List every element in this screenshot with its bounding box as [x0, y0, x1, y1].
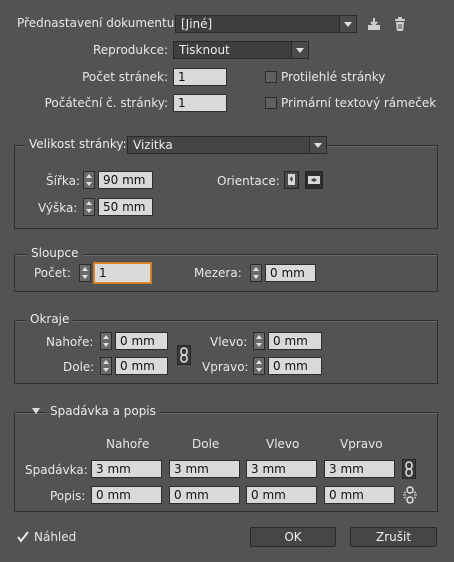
margin-top-input[interactable]: 0 mm [115, 332, 168, 350]
gutter-stepper[interactable] [250, 264, 262, 282]
width-label: Šířka: [46, 174, 81, 188]
columns-title: Sloupce [27, 246, 83, 260]
header-bottom: Dole [192, 437, 220, 451]
height-stepper[interactable] [83, 198, 95, 216]
height-input[interactable]: 50 mm [98, 198, 153, 216]
intent-dropdown[interactable]: Tisknout [173, 41, 309, 59]
portrait-icon[interactable] [284, 171, 299, 189]
slug-top-input[interactable]: 0 mm [91, 486, 162, 504]
slug-left-input[interactable]: 0 mm [246, 486, 317, 504]
ok-button[interactable]: OK [250, 527, 336, 547]
checkmark-icon [17, 531, 29, 543]
gutter-input[interactable]: 0 mm [265, 264, 316, 282]
margin-left-stepper[interactable] [253, 332, 265, 350]
margin-top-label: Nahoře: [46, 335, 94, 349]
intent-value: Tisknout [179, 43, 230, 57]
slug-label: Popis: [50, 489, 86, 503]
bleed-left-input[interactable]: 3 mm [246, 460, 317, 478]
chevron-down-icon [291, 42, 308, 58]
header-right: Vpravo [340, 437, 383, 451]
preset-dropdown[interactable]: [Jiné] [175, 15, 357, 33]
orientation-label: Orientace: [217, 174, 280, 188]
column-count-label: Počet: [34, 266, 71, 280]
pages-label: Počet stránek: [82, 70, 168, 84]
landscape-icon[interactable] [305, 171, 323, 189]
chevron-down-icon [309, 137, 326, 153]
margin-bottom-stepper[interactable] [100, 357, 112, 375]
chain-broken-icon[interactable] [402, 486, 418, 504]
save-preset-icon[interactable] [366, 16, 382, 32]
start-page-input[interactable]: 1 [173, 94, 227, 112]
chain-link-icon[interactable] [402, 459, 416, 479]
triangle-down-icon[interactable] [32, 408, 40, 414]
bleed-slug-title: Spadávka a popis [46, 404, 160, 418]
facing-pages-label: Protilehlé stránky [281, 70, 386, 84]
margin-left-input[interactable]: 0 mm [268, 332, 322, 350]
margin-right-stepper[interactable] [253, 357, 265, 375]
page-size-value: Vizitka [133, 138, 173, 152]
width-stepper[interactable] [83, 171, 95, 189]
margin-bottom-label: Dole: [63, 360, 95, 374]
margin-bottom-input[interactable]: 0 mm [115, 357, 168, 375]
cancel-button[interactable]: Zrušit [350, 527, 437, 547]
column-count-input[interactable]: 1 [94, 263, 151, 283]
bleed-label: Spadávka: [25, 463, 88, 477]
preview-checkbox[interactable] [16, 530, 30, 544]
bleed-top-input[interactable]: 3 mm [91, 460, 162, 478]
slug-bottom-input[interactable]: 0 mm [169, 486, 240, 504]
margins-group [14, 320, 438, 384]
preset-value: [Jiné] [181, 17, 213, 31]
intent-label: Reprodukce: [92, 43, 168, 57]
primary-text-frame-label: Primární textový rámeček [281, 96, 437, 110]
primary-text-frame-checkbox[interactable] [265, 97, 277, 109]
preset-label: Přednastavení dokumentu: [17, 16, 179, 30]
slug-right-input[interactable]: 0 mm [324, 486, 395, 504]
page-size-dropdown[interactable]: Vizitka [127, 136, 327, 154]
page-size-label: Velikost stránky: [25, 137, 131, 151]
margin-top-stepper[interactable] [100, 332, 112, 350]
preview-label: Náhled [34, 530, 77, 544]
pages-input[interactable]: 1 [173, 68, 227, 86]
trash-icon[interactable] [392, 16, 408, 32]
margin-right-input[interactable]: 0 mm [268, 357, 322, 375]
header-left: Vlevo [266, 437, 300, 451]
chevron-down-icon [339, 16, 356, 32]
gutter-label: Mezera: [194, 266, 242, 280]
column-count-stepper[interactable] [79, 264, 91, 282]
bleed-bottom-input[interactable]: 3 mm [169, 460, 240, 478]
start-page-label: Počáteční č. stránky: [44, 96, 168, 110]
margins-title: Okraje [26, 312, 74, 326]
header-top: Nahoře [106, 437, 150, 451]
bleed-right-input[interactable]: 3 mm [324, 460, 395, 478]
chain-link-icon[interactable] [177, 345, 191, 365]
width-input[interactable]: 90 mm [98, 171, 153, 189]
margin-left-label: Vlevo: [210, 335, 248, 349]
margin-right-label: Vpravo: [202, 360, 249, 374]
height-label: Výška: [38, 201, 78, 215]
facing-pages-checkbox[interactable] [265, 71, 277, 83]
